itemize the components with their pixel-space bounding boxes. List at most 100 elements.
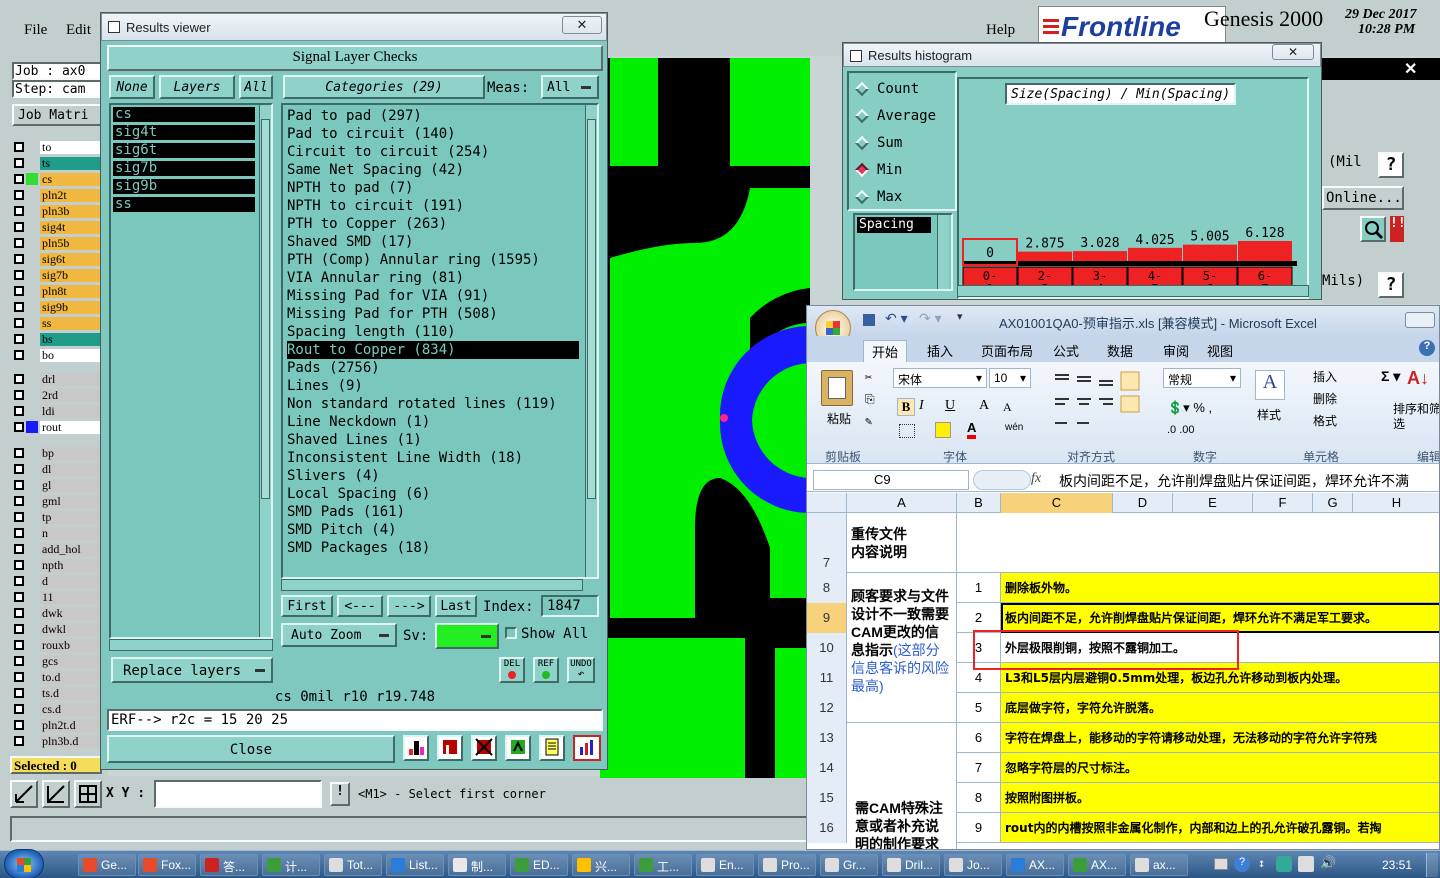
category-item[interactable]: PTH (Comp) Annular ring (1595) xyxy=(287,251,540,269)
category-item[interactable]: Pad to circuit (140) xyxy=(287,125,456,143)
categories-button[interactable]: Categories (29) xyxy=(283,75,485,99)
save-icon[interactable] xyxy=(863,314,875,326)
layer-row[interactable]: dl xyxy=(14,462,102,476)
layer-row[interactable]: pln2t.d xyxy=(14,718,102,732)
pcb-canvas[interactable] xyxy=(600,58,810,778)
currency-icon[interactable]: 💲▾ % , xyxy=(1167,400,1212,416)
layer-checkbox[interactable] xyxy=(14,528,24,538)
format-painter-icon[interactable]: ✎ xyxy=(865,414,872,428)
cell-b[interactable]: 1 xyxy=(957,573,1001,603)
layer-row[interactable]: gl xyxy=(14,478,102,492)
next-button[interactable]: ---> xyxy=(387,595,431,617)
category-item[interactable]: SMD Pitch (4) xyxy=(287,521,397,539)
layer-row[interactable]: pln8t xyxy=(14,284,102,298)
layer-row[interactable]: bo xyxy=(14,348,102,362)
show-desktop-button[interactable] xyxy=(1426,853,1438,877)
chart-icon[interactable] xyxy=(437,735,463,761)
decimal-icon[interactable]: .0 .00 xyxy=(1167,424,1195,436)
sort-filter-label[interactable]: 排序和筛选 xyxy=(1393,402,1439,432)
grow-font-button[interactable]: A xyxy=(979,398,989,414)
fx-icon[interactable]: fx xyxy=(1031,471,1041,487)
layer-checkbox[interactable] xyxy=(14,544,24,554)
ribbon-tab[interactable]: 页面布局 xyxy=(973,340,1041,361)
layer-row[interactable]: cs.d xyxy=(14,702,102,716)
layer-checkbox[interactable] xyxy=(14,576,24,586)
measure-item[interactable]: Spacing xyxy=(857,217,931,233)
row-header[interactable]: 8 xyxy=(807,573,847,603)
name-box[interactable]: C9 xyxy=(813,470,969,490)
cell-b[interactable]: 2 xyxy=(957,603,1001,633)
layer-row[interactable]: cs xyxy=(14,172,102,186)
mode-radio[interactable]: Min xyxy=(854,162,951,180)
show-all-checkbox[interactable] xyxy=(505,627,517,639)
category-item[interactable]: Non standard rotated lines (119) xyxy=(287,395,557,413)
taskbar-item[interactable]: List... xyxy=(386,854,444,876)
menu-edit[interactable]: Edit xyxy=(66,22,91,39)
layer-checkbox[interactable] xyxy=(14,270,24,280)
taskbar-item[interactable]: Fox... xyxy=(138,854,196,876)
cell-b[interactable]: 7 xyxy=(957,753,1001,783)
taskbar-item[interactable]: 制... xyxy=(448,854,506,876)
layer-row[interactable]: pln3b.d xyxy=(14,734,102,748)
cell-b[interactable]: 8 xyxy=(957,783,1001,813)
taskbar-item[interactable]: Jo... xyxy=(944,854,1002,876)
category-item[interactable]: Pads (2756) xyxy=(287,359,380,377)
layer-checkbox[interactable] xyxy=(14,406,24,416)
layer-row[interactable]: ss xyxy=(14,316,102,330)
layer-checkbox[interactable] xyxy=(14,390,24,400)
taskbar-item[interactable]: ED... xyxy=(510,854,568,876)
layer-item[interactable]: sig4t xyxy=(113,125,255,140)
histogram-bar[interactable] xyxy=(1183,244,1237,261)
layer-checkbox[interactable] xyxy=(14,592,24,602)
search-icon[interactable] xyxy=(1360,216,1386,242)
ref-button[interactable]: REF xyxy=(533,657,559,683)
last-button[interactable]: Last xyxy=(435,595,477,617)
layer-row[interactable]: 2rd xyxy=(14,388,102,402)
layer-row[interactable]: pln2t xyxy=(14,188,102,202)
layer-row[interactable]: d xyxy=(14,574,102,588)
underline-button[interactable]: U xyxy=(945,398,955,414)
cell-c[interactable]: 忽略字符层的尺寸标注。 xyxy=(1001,753,1439,783)
category-item[interactable]: SMD Pads (161) xyxy=(287,503,405,521)
layer-row[interactable]: sig4t xyxy=(14,220,102,234)
taskbar-item[interactable]: Ge... xyxy=(78,854,136,876)
layer-checkbox[interactable] xyxy=(14,142,24,152)
cell-c[interactable]: 删除板外物。 xyxy=(1001,573,1439,603)
layer-checkbox[interactable] xyxy=(14,302,24,312)
layer-checkbox[interactable] xyxy=(14,672,24,682)
none-button[interactable]: None xyxy=(109,75,155,99)
taskbar-item[interactable]: ax... xyxy=(1130,854,1188,876)
border-icon[interactable] xyxy=(899,424,915,438)
row-header[interactable]: 7 xyxy=(807,513,847,573)
histogram-bar[interactable] xyxy=(1018,251,1072,261)
category-hscrollbar[interactable] xyxy=(281,579,583,591)
column-header[interactable]: D xyxy=(1113,493,1173,513)
column-header[interactable]: G xyxy=(1313,493,1353,513)
histogram-bar[interactable] xyxy=(1128,247,1182,261)
category-listbox[interactable]: Pad to pad (297) Pad to circuit (140) Circ… xyxy=(281,103,599,579)
category-item[interactable]: Missing Pad for VIA (91) xyxy=(287,287,489,305)
category-item[interactable]: Pad to pad (297) xyxy=(287,107,422,125)
bar-chart-icon[interactable] xyxy=(573,735,601,761)
cell-b[interactable]: 5 xyxy=(957,693,1001,723)
copy-icon[interactable]: ⎘ xyxy=(865,392,875,407)
cell-c[interactable]: 底层做字符，字符允许脱落。 xyxy=(1001,693,1439,723)
layer-row[interactable]: npth xyxy=(14,558,102,572)
taskbar-item[interactable]: 兴... xyxy=(572,854,630,876)
layer-row[interactable]: dwkl xyxy=(14,622,102,636)
first-button[interactable]: First xyxy=(281,595,333,617)
layer-checkbox[interactable] xyxy=(14,720,24,730)
select-all-corner[interactable] xyxy=(807,493,847,513)
row-header[interactable]: 16 xyxy=(807,813,847,843)
category-item[interactable]: Slivers (4) xyxy=(287,467,380,485)
layer-checkbox[interactable] xyxy=(14,254,24,264)
insert-label[interactable]: 插入 xyxy=(1313,368,1337,385)
category-item[interactable]: Local Spacing (6) xyxy=(287,485,430,503)
bold-button[interactable]: B xyxy=(897,398,915,416)
layer-checkbox[interactable] xyxy=(14,512,24,522)
excel-titlebar[interactable]: ↶ ▾ ↷ ▾ ▾ AX01001QA0-预审指示.xls [兼容模式] - M… xyxy=(807,306,1439,346)
ribbon-tab[interactable]: 公式 xyxy=(1045,340,1087,361)
sv-select[interactable] xyxy=(435,623,499,649)
alignment-buttons[interactable] xyxy=(1051,370,1143,440)
layer-checkbox[interactable] xyxy=(14,448,24,458)
